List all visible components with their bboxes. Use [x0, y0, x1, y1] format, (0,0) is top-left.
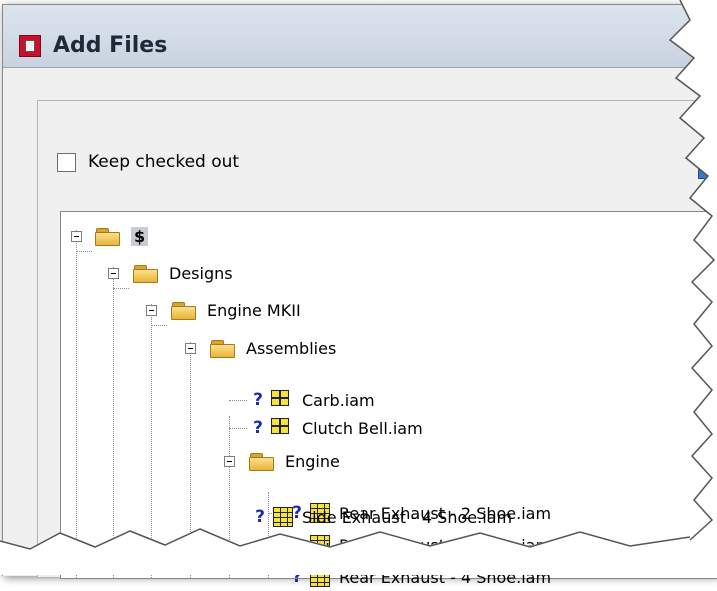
torn-edge-decoration: [0, 0, 717, 575]
